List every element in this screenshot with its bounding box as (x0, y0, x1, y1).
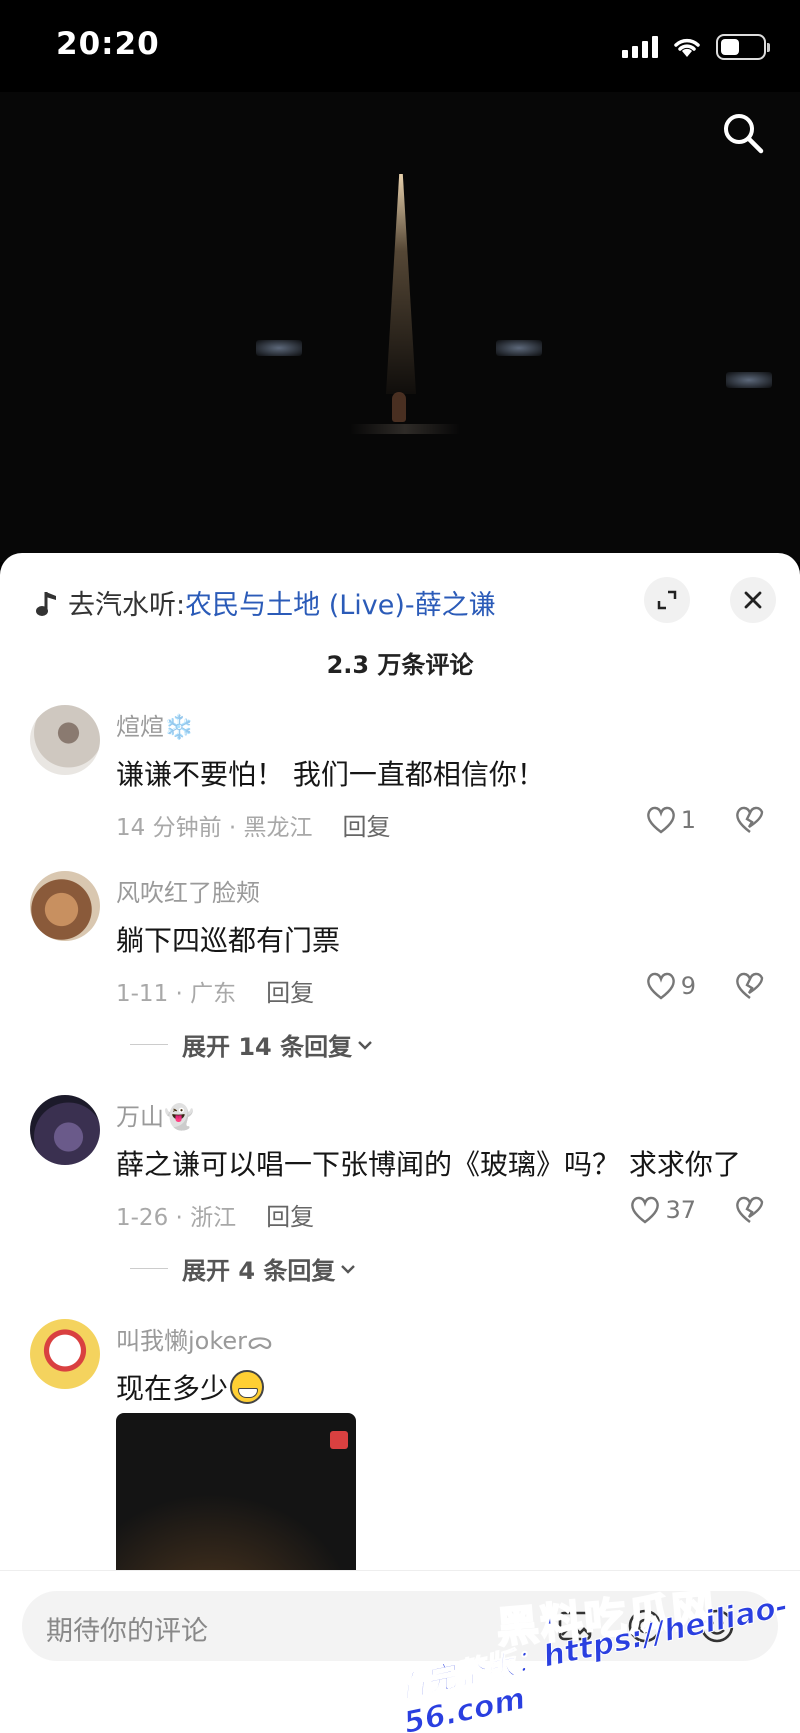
stage-screen-left (256, 340, 302, 356)
comment-text: 现在多少 (116, 1367, 265, 1407)
like-button[interactable]: 37 (629, 1195, 696, 1225)
divider (130, 1044, 168, 1045)
close-icon (744, 591, 762, 609)
comment-time-location: 1-26 · 浙江 (116, 1204, 237, 1231)
expand-button[interactable] (644, 577, 690, 623)
music-link-row[interactable]: 去汽水听: 农民与土地 (Live)-薛之谦 (34, 583, 496, 622)
music-note-icon (36, 591, 56, 616)
close-button[interactable] (730, 577, 776, 623)
comment-input-placeholder: 期待你的评论 (46, 1616, 208, 1647)
grin-emoji-icon (230, 1370, 265, 1404)
wifi-icon (674, 38, 700, 57)
expand-replies-button[interactable]: 展开 4 条回复 (130, 1251, 357, 1286)
comment-input-bar: 期待你的评论 黑料吃瓜网 看完整版：https://heiliao-56.com (0, 1570, 800, 1733)
expand-replies-label: 展开 14 条回复 (182, 1033, 353, 1061)
comment-panel: 去汽水听: 农民与土地 (Live)-薛之谦 2.3 万条评论 煊煊❄️ 谦谦不… (0, 553, 800, 1733)
avatar[interactable] (30, 1095, 100, 1165)
stage-screen-right (726, 372, 772, 388)
chevron-down-icon (358, 1040, 372, 1050)
comment-username[interactable]: 万山👻 (116, 1097, 194, 1132)
comment-text: 躺下四巡都有门票 (116, 924, 341, 957)
chevron-down-icon (341, 1264, 356, 1274)
comment-text: 谦谦不要怕！ 我们一直都相信你！ (116, 758, 545, 791)
comment-username[interactable]: 风吹红了脸颊 (116, 873, 260, 908)
stage (350, 424, 460, 434)
status-time: 20:20 (56, 26, 160, 62)
avatar[interactable] (30, 871, 100, 941)
heart-icon (646, 806, 675, 834)
reply-button[interactable]: 回复 (266, 973, 314, 1008)
reply-button[interactable]: 回复 (266, 1197, 314, 1232)
broken-heart-icon[interactable] (734, 805, 766, 835)
comment-meta: 1-11 · 广东 回复 (116, 973, 314, 1008)
video-player[interactable] (0, 92, 800, 562)
comment-meta: 1-26 · 浙江 回复 (116, 1197, 314, 1232)
performer (392, 392, 406, 422)
broken-heart-icon[interactable] (734, 1195, 766, 1225)
expand-replies-label: 展开 4 条回复 (182, 1257, 336, 1285)
comment-time-location: 14 分钟前 · 黑龙江 (116, 814, 313, 841)
reply-button[interactable]: 回复 (343, 807, 391, 842)
battery-icon (716, 34, 770, 60)
search-icon[interactable] (720, 110, 766, 156)
heart-icon (631, 1196, 660, 1224)
heart-icon (646, 972, 675, 1000)
expand-icon (657, 590, 677, 610)
spotlight-beam (386, 174, 416, 394)
image-badge-icon (330, 1431, 348, 1449)
like-count: 1 (680, 806, 696, 834)
like-button[interactable]: 9 (645, 971, 696, 1001)
comment-text-content: 现在多少 (116, 1372, 229, 1405)
signal-icon (622, 36, 658, 58)
status-bar: 20:20 (0, 0, 800, 92)
comment-meta: 14 分钟前 · 黑龙江 回复 (116, 807, 391, 842)
battery-level (721, 39, 739, 55)
music-title-link[interactable]: 农民与土地 (Live)-薛之谦 (185, 583, 496, 622)
comment-username[interactable]: 叫我懒jokerᯅ (116, 1321, 273, 1357)
like-count: 9 (680, 972, 696, 1000)
divider (130, 1268, 168, 1269)
like-count: 37 (665, 1196, 696, 1224)
comment-text: 薛之谦可以唱一下张博闻的《玻璃》吗？ 求求你了 (116, 1148, 741, 1181)
like-button[interactable]: 1 (645, 805, 696, 835)
comment-username[interactable]: 煊煊❄️ (116, 707, 194, 742)
comment-time-location: 1-11 · 广东 (116, 980, 237, 1007)
avatar[interactable] (30, 1319, 100, 1389)
avatar[interactable] (30, 705, 100, 775)
stage-screen-center (496, 340, 542, 356)
broken-heart-icon[interactable] (734, 971, 766, 1001)
status-icons (622, 34, 770, 60)
expand-replies-button[interactable]: 展开 14 条回复 (130, 1027, 374, 1062)
music-prefix: 去汽水听: (68, 590, 186, 621)
comment-count: 2.3 万条评论 (326, 651, 474, 679)
